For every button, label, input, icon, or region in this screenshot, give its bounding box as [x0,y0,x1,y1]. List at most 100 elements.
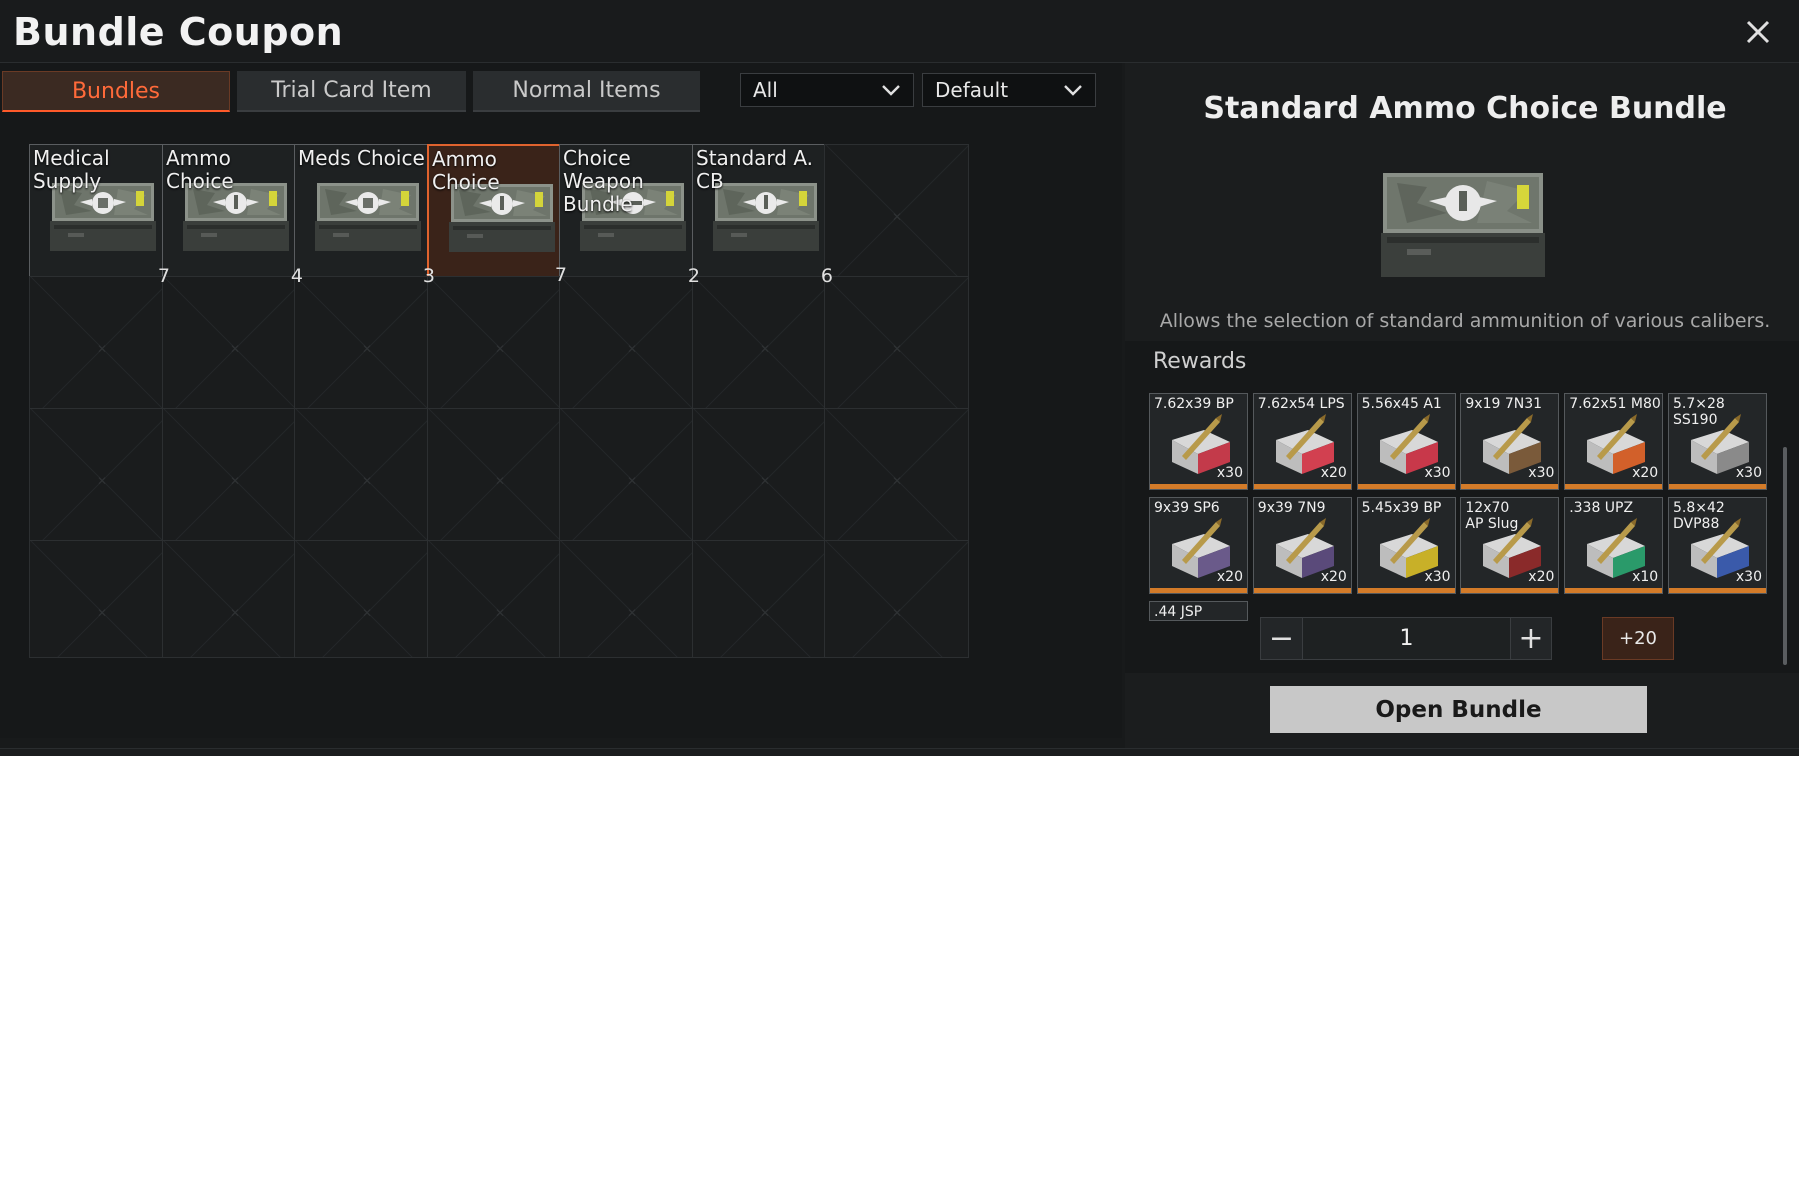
reward-name: 5.56x45 A1 [1361,396,1442,412]
reward-quantity: x20 [1320,465,1347,481]
bundle-slot-label: Ammo Choice [166,146,234,193]
tab-normal-items[interactable]: Normal Items [473,71,700,112]
empty-slot-mark: ✕ [891,342,903,356]
empty-slot-mark: ✕ [229,342,241,356]
reward-name: 7.62x51 M80 [1569,396,1661,412]
header-bar: Bundle Coupon [0,0,1799,63]
reward-item[interactable]: .338 UPZ x10 [1564,497,1664,594]
reward-item[interactable]: 7.62x51 M80 x20 [1564,393,1664,490]
reward-quantity: x20 [1632,465,1659,481]
empty-slot: ✕ [824,540,969,658]
plus-icon: + [1518,621,1544,656]
detail-panel: Standard Ammo Choice Bundle Allows the s… [1125,63,1799,756]
detail-description: Allows the selection of standard ammunit… [1159,310,1771,332]
reward-rarity-bar [1150,484,1247,489]
reward-quantity: x30 [1528,465,1555,481]
reward-name: 5.45x39 BP [1361,500,1442,516]
plus-20-button[interactable]: +20 [1602,617,1674,660]
reward-rarity-bar [1669,588,1766,593]
bundle-slot-count: 2 [687,265,700,287]
category-dropdown[interactable]: All [740,73,914,107]
bundle-slot[interactable]: Ammo Choice 4 [162,144,307,289]
empty-slot: ✕ [692,408,837,553]
reward-item[interactable]: 7.62x39 BP x30 [1149,393,1248,490]
empty-slot: ✕ [294,540,439,658]
bundle-crate-image [1381,173,1545,277]
empty-slot-mark: ✕ [626,474,638,488]
bundle-slot[interactable]: Medical Supply 7 [29,144,174,289]
tab-label: Normal Items [512,78,661,103]
bundle-slot-count: 4 [290,265,303,287]
bundle-slot[interactable]: Choice Weapon Bundle 2 [559,144,704,289]
empty-slot: ✕ [162,408,307,553]
empty-slot: ✕ [824,276,969,421]
empty-slot: ✕ [29,276,174,421]
bundle-slot[interactable]: Standard A. CB 6 [692,144,837,289]
empty-slot: ✕ [427,276,572,421]
rewards-scrollbar[interactable] [1783,447,1787,665]
reward-item[interactable]: 9x39 SP6 x20 [1149,497,1248,594]
open-bundle-button[interactable]: Open Bundle [1270,686,1647,733]
sort-dropdown[interactable]: Default [922,73,1096,107]
reward-item[interactable]: 5.8×42 DVP88 x30 [1668,497,1767,594]
empty-slot: ✕ [692,276,837,421]
rewards-title: Rewards [1153,349,1247,374]
reward-quantity: x20 [1216,569,1243,585]
close-icon[interactable] [1740,14,1776,50]
reward-rarity-bar [1565,484,1663,489]
reward-item[interactable]: 5.45x39 BP x30 [1356,497,1456,594]
empty-slot-mark: ✕ [759,342,771,356]
empty-slot: ✕ [692,540,837,658]
tab-trial-card-item[interactable]: Trial Card Item [237,71,466,112]
empty-slot: ✕ [294,408,439,553]
tab-label: Trial Card Item [271,78,432,103]
quantity-input[interactable]: 1 [1303,617,1510,660]
increment-button[interactable]: + [1510,617,1552,660]
reward-name: 9x39 SP6 [1154,500,1220,516]
bundle-slot[interactable]: Ammo Choice 7 [427,144,572,289]
reward-item[interactable]: 9x39 7N9 x20 [1252,497,1352,594]
empty-slot-mark: ✕ [361,342,373,356]
bottom-edge [0,748,1799,756]
empty-slot: ✕ [29,408,174,553]
category-dropdown-value: All [753,78,778,102]
reward-name: 5.7×28 SS190 [1673,396,1725,428]
empty-slot: ✕ [427,408,572,553]
reward-name: 9x39 7N9 [1257,500,1326,516]
empty-slot: ✕ [824,408,969,553]
page-title: Bundle Coupon [13,10,344,54]
chevron-down-icon [882,85,900,96]
empty-slot-mark: ✕ [759,606,771,620]
empty-slot: ✕ [162,276,307,421]
reward-quantity: x20 [1320,569,1347,585]
bundle-slot-label: Medical Supply [33,146,110,193]
empty-slot-mark: ✕ [759,474,771,488]
sort-dropdown-value: Default [935,78,1009,102]
empty-slot: ✕ [559,408,704,553]
reward-item[interactable]: 5.56x45 A1 x30 [1356,393,1456,490]
empty-slot: ✕ [559,540,704,658]
reward-quantity: x10 [1632,569,1659,585]
bundle-slot-label: Meds Choice [298,146,425,170]
reward-rarity-bar [1669,484,1766,489]
bundle-slot[interactable]: Meds Choice 3 [294,144,439,289]
bundle-coupon-window: Bundle Coupon Bundles Trial Card Item No… [0,0,1799,756]
decrement-button[interactable]: − [1260,617,1303,660]
empty-slot-mark: ✕ [361,474,373,488]
minus-icon: − [1268,621,1295,656]
empty-slot: ✕ [559,276,704,421]
detail-title: Standard Ammo Choice Bundle [1203,91,1727,126]
reward-rarity-bar [1565,588,1663,593]
reward-name: .44 JSP [1154,604,1203,620]
reward-quantity: x30 [1424,569,1451,585]
reward-item[interactable]: 5.7×28 SS190 x30 [1668,393,1767,490]
reward-item[interactable]: 12x70 AP Slug x20 [1460,497,1560,594]
tab-bundles[interactable]: Bundles [2,71,230,112]
chevron-down-icon [1064,85,1082,96]
empty-slot: ✕ [427,540,572,658]
reward-item[interactable]: 7.62x54 LPS x20 [1252,393,1352,490]
reward-item[interactable]: .44 JSP [1149,601,1248,621]
reward-item[interactable]: 9x19 7N31 x30 [1460,393,1560,490]
empty-slot-mark: ✕ [361,606,373,620]
quantity-value: 1 [1399,626,1414,651]
